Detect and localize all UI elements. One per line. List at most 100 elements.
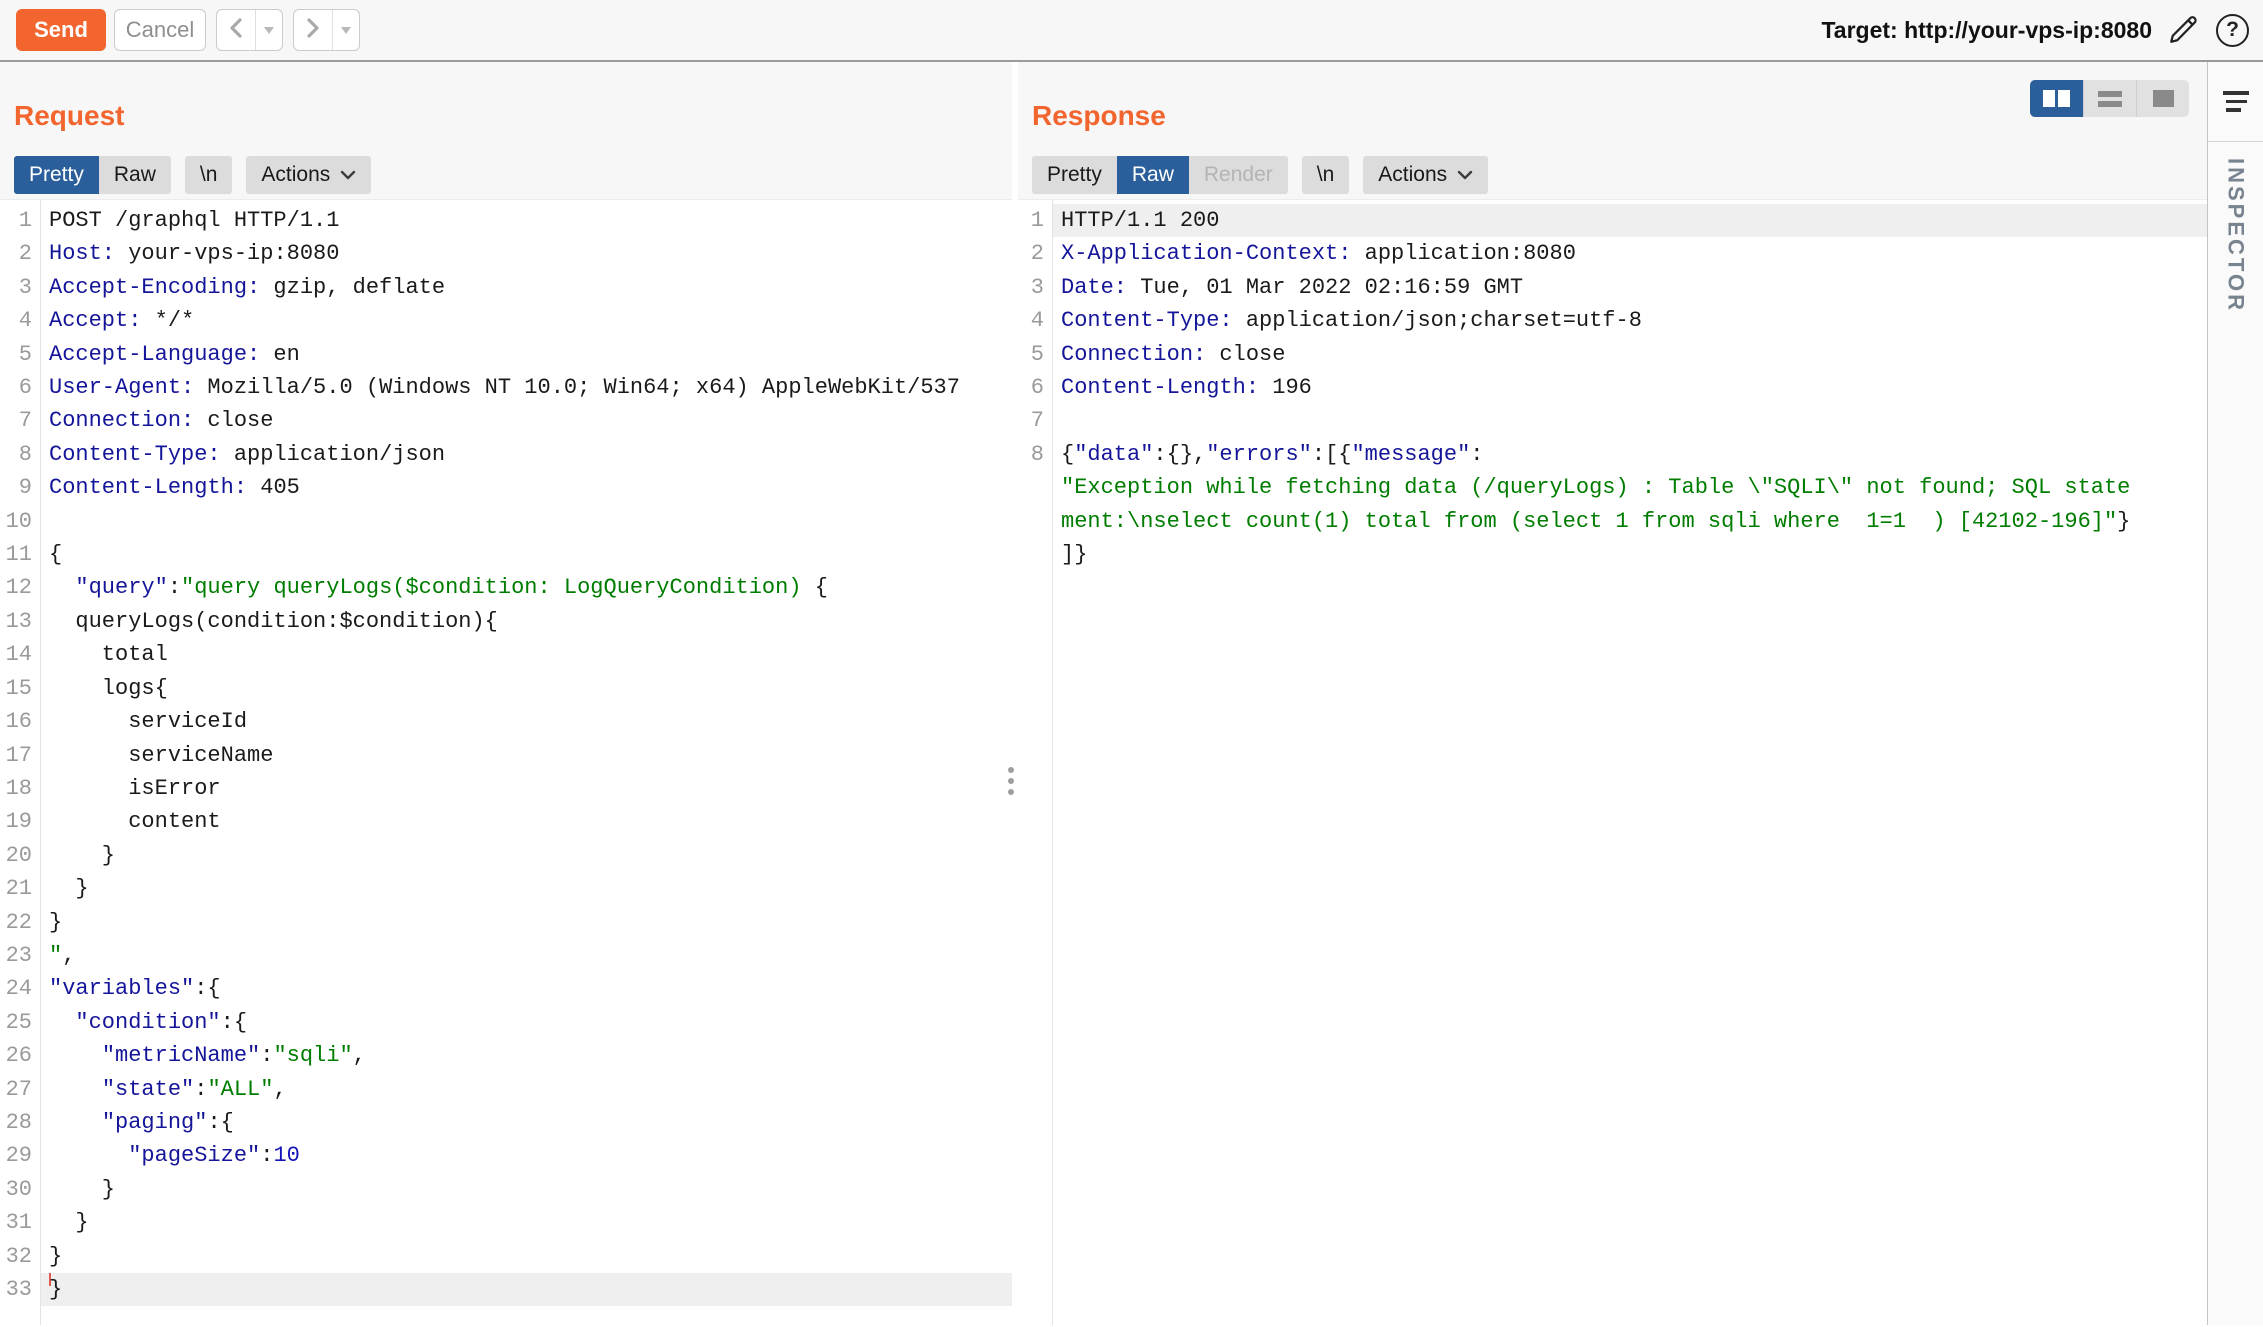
inspector-collapse-button[interactable] [2208, 62, 2263, 142]
forward-button[interactable] [294, 10, 332, 50]
code-line: 25 "condition":{ [0, 1006, 1012, 1039]
line-text: logs{ [40, 672, 1012, 705]
response-view-tabs: Pretty Raw Render [1032, 156, 1288, 194]
line-text: Connection: close [40, 404, 1012, 437]
line-text: } [40, 839, 1012, 872]
code-line: 11{ [0, 538, 1012, 571]
code-line: 2X-Application-Context: application:8080 [1018, 237, 2207, 270]
triangle-down-icon [341, 27, 351, 34]
line-number: 16 [0, 705, 40, 738]
request-editor[interactable]: 1POST /graphql HTTP/1.12Host: your-vps-i… [0, 200, 1012, 1325]
back-dropdown-button[interactable] [255, 10, 282, 50]
code-line: 7Connection: close [0, 404, 1012, 437]
chevron-down-icon [1457, 170, 1473, 180]
line-text: total [40, 638, 1012, 671]
inspector-rail: INSPECTOR [2207, 62, 2263, 1325]
edit-target-button[interactable] [2166, 11, 2202, 50]
chevron-left-icon [227, 17, 245, 44]
tab-response-raw[interactable]: Raw [1117, 156, 1189, 194]
line-text [1052, 404, 2207, 437]
line-number: 17 [0, 739, 40, 772]
line-text: { [40, 538, 1012, 571]
code-line: 26 "metricName":"sqli", [0, 1039, 1012, 1072]
line-number: 18 [0, 772, 40, 805]
code-line: ment:\nselect count(1) total from (selec… [1018, 505, 2207, 538]
help-button[interactable]: ? [2216, 14, 2249, 47]
line-text: queryLogs(condition:$condition){ [40, 605, 1012, 638]
line-number: 20 [0, 839, 40, 872]
code-line: 5Connection: close [1018, 338, 2207, 371]
tab-response-pretty[interactable]: Pretty [1032, 156, 1117, 194]
code-line: 29 "pageSize":10 [0, 1139, 1012, 1172]
rows-icon [2098, 91, 2122, 107]
request-actions-button[interactable]: Actions [246, 156, 371, 194]
line-text [40, 505, 1012, 538]
line-number: 23 [0, 939, 40, 972]
line-text: "paging":{ [40, 1106, 1012, 1139]
request-panel: Request Pretty Raw \n Actions 1POST /gra… [0, 62, 1012, 1325]
code-line: 4Accept: */* [0, 304, 1012, 337]
line-number: 6 [0, 371, 40, 404]
line-number: 14 [0, 638, 40, 671]
layout-rows-button[interactable] [2083, 80, 2136, 117]
line-text: "Exception while fetching data (/queryLo… [1052, 471, 2207, 504]
chevron-down-icon [340, 170, 356, 180]
line-text: Content-Length: 405 [40, 471, 1012, 504]
line-text: Accept: */* [40, 304, 1012, 337]
tab-request-raw[interactable]: Raw [99, 156, 171, 194]
line-number: 31 [0, 1206, 40, 1239]
code-line: 10 [0, 505, 1012, 538]
layout-columns-button[interactable] [2030, 80, 2083, 117]
layout-single-button[interactable] [2136, 80, 2189, 117]
line-text: HTTP/1.1 200 [1052, 204, 2207, 237]
code-line: 30 } [0, 1173, 1012, 1206]
response-actions-button[interactable]: Actions [1363, 156, 1488, 194]
code-line: 3Date: Tue, 01 Mar 2022 02:16:59 GMT [1018, 271, 2207, 304]
code-line: 7 [1018, 404, 2207, 437]
line-text: {"data":{},"errors":[{"message": [1052, 438, 2207, 471]
inspector-tab[interactable]: INSPECTOR [2223, 158, 2249, 313]
line-text: } [40, 1173, 1012, 1206]
line-number: 25 [0, 1006, 40, 1039]
forward-dropdown-button[interactable] [332, 10, 359, 50]
line-number [1018, 538, 1052, 571]
line-number: 24 [0, 972, 40, 1005]
tab-request-pretty[interactable]: Pretty [14, 156, 99, 194]
tab-response-newline[interactable]: \n [1302, 156, 1350, 194]
line-number: 3 [0, 271, 40, 304]
code-line: 9Content-Length: 405 [0, 471, 1012, 504]
line-number: 1 [0, 204, 40, 237]
line-text: Content-Type: application/json;charset=u… [1052, 304, 2207, 337]
line-number: 21 [0, 872, 40, 905]
code-line: 8Content-Type: application/json [0, 438, 1012, 471]
tab-request-newline[interactable]: \n [185, 156, 233, 194]
line-number: 32 [0, 1240, 40, 1273]
code-line: 24"variables":{ [0, 972, 1012, 1005]
line-text: isError [40, 772, 1012, 805]
code-line: 16 serviceId [0, 705, 1012, 738]
code-line: 12 "query":"query queryLogs($condition: … [0, 571, 1012, 604]
code-line: 27 "state":"ALL", [0, 1073, 1012, 1106]
line-number: 13 [0, 605, 40, 638]
code-line: 4Content-Type: application/json;charset=… [1018, 304, 2207, 337]
line-number: 6 [1018, 371, 1052, 404]
code-line: 17 serviceName [0, 739, 1012, 772]
line-text: Content-Length: 196 [1052, 371, 2207, 404]
response-tab-row: Pretty Raw Render \n Actions [1032, 156, 2193, 194]
line-number: 8 [1018, 438, 1052, 471]
code-line: 28 "paging":{ [0, 1106, 1012, 1139]
response-editor[interactable]: 1HTTP/1.1 2002X-Application-Context: app… [1018, 200, 2207, 1325]
cancel-button[interactable]: Cancel [114, 9, 206, 51]
tab-response-render[interactable]: Render [1189, 156, 1288, 194]
code-line: 1POST /graphql HTTP/1.1 [0, 204, 1012, 237]
code-line: 33} [0, 1273, 1012, 1306]
send-button[interactable]: Send [16, 9, 106, 51]
code-line: 14 total [0, 638, 1012, 671]
request-view-tabs: Pretty Raw [14, 156, 171, 194]
back-button[interactable] [217, 10, 255, 50]
line-text: "condition":{ [40, 1006, 1012, 1039]
code-line: 13 queryLogs(condition:$condition){ [0, 605, 1012, 638]
line-number: 7 [0, 404, 40, 437]
gutter-divider [40, 200, 41, 1325]
code-line: 6Content-Length: 196 [1018, 371, 2207, 404]
